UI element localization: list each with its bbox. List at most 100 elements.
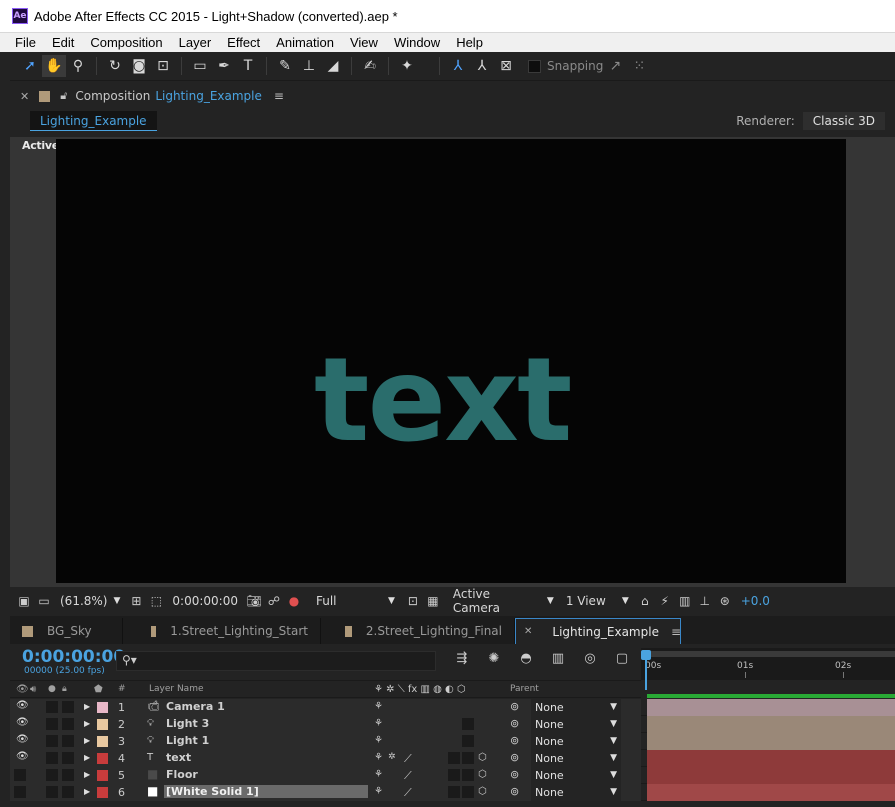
chevron-down-icon[interactable]: ▼ [622,596,629,606]
chevron-down-icon[interactable]: ▼ [610,702,617,712]
roto-brush-icon[interactable]: ✍ [358,55,382,77]
expand-triangle-icon[interactable]: ▶ [84,787,90,796]
world-axis-icon[interactable]: ⅄ [470,55,494,77]
layer-name[interactable]: Light 3 [164,717,211,730]
snapping-checkbox[interactable] [528,59,541,73]
solo-toggle[interactable] [46,701,58,713]
tab-lighting-example[interactable]: ✕ Lighting_Example ≡ [515,618,681,644]
effect-switch[interactable] [448,769,460,781]
chevron-down-icon[interactable]: ▼ [610,736,617,746]
renderer-select[interactable]: Classic 3D [802,112,885,130]
brush-icon[interactable]: ✎ [273,55,297,77]
layer-label-swatch[interactable] [97,719,108,730]
layer-label-swatch[interactable] [97,702,108,713]
layer-duration-bar[interactable] [647,699,895,716]
shy-icon[interactable]: ◓ [514,651,538,666]
shy-switch-icon[interactable]: ⚘ [374,701,383,712]
region-of-interest-icon[interactable]: ⊡ [403,594,423,608]
camera-icon[interactable]: ◙ [127,55,151,77]
motion-blur-switch[interactable] [462,752,474,764]
tab-bg-sky[interactable]: BG_Sky [10,618,123,644]
parent-select[interactable]: None ▼ [531,733,621,750]
comp-flowchart-tab[interactable]: Lighting_Example [30,111,157,131]
layer-row[interactable]: 👁︎ ▶ 3 💡︎ Light 1 ⚘ ⊚ None ▼ [10,733,895,750]
parent-select[interactable]: None ▼ [531,767,621,784]
solo-toggle[interactable] [46,786,58,798]
selection-icon[interactable]: ➚ [18,55,42,77]
shy-switch-icon[interactable]: ⚘ [374,718,383,729]
reset-exposure-icon[interactable]: ⊛ [715,594,735,608]
layer-label-swatch[interactable] [97,787,108,798]
3d-layer-icon[interactable]: ⬡ [478,752,487,763]
pick-whip-icon[interactable]: ⊚ [510,700,519,713]
motion-blur-switch[interactable] [462,769,474,781]
frame-blending-icon[interactable]: ▥ [546,651,570,666]
lock-toggle[interactable] [62,786,74,798]
comp-mini-flowchart-icon[interactable]: ⇶ [450,651,474,666]
layer-duration-bar[interactable] [647,716,895,733]
pick-whip-icon[interactable]: ⊚ [510,751,519,764]
camera-view-select[interactable]: Active Camera [453,587,537,615]
layer-row[interactable]: ▶ 6 ■ [White Solid 1] ⚘ ⟋ ⬡ ⊚ None ▼ [10,784,895,801]
time-navigator[interactable] [641,651,895,657]
layer-row[interactable]: 👁︎ ▶ 1 📹︎ Camera 1 ⚘ ⊚ None ▼ [10,699,895,716]
composition-name[interactable]: Lighting_Example [155,89,262,103]
video-toggle[interactable] [14,769,26,781]
puppet-pin-icon[interactable]: ✦ [395,55,419,77]
3d-layer-icon[interactable]: ⬡ [478,769,487,780]
layer-duration-bar[interactable] [647,750,895,767]
type-icon[interactable]: T [236,55,260,77]
layer-name[interactable]: [White Solid 1] [164,785,368,798]
collapse-switch-icon[interactable]: ✲ [388,752,396,762]
snap-grid-icon[interactable]: ⁙ [627,55,651,77]
eye-icon[interactable]: 👁︎ [16,751,29,762]
layer-name[interactable]: Camera 1 [164,700,227,713]
effect-switch[interactable] [448,786,460,798]
rectangle-icon[interactable]: ▭ [188,55,212,77]
transparency-grid-icon[interactable]: ▦ [423,594,443,608]
eraser-icon[interactable]: ◢ [321,55,345,77]
resolution[interactable]: Full [316,594,376,608]
shy-switch-icon[interactable]: ⚘ [374,735,383,746]
lock-toggle[interactable] [62,718,74,730]
quality-switch-icon[interactable]: ⟋ [404,752,412,766]
video-toggle[interactable] [14,786,26,798]
parent-select[interactable]: None ▼ [531,716,621,733]
menu-effect[interactable]: Effect [219,35,268,50]
layer-duration-bar[interactable] [647,733,895,750]
motion-blur-switch[interactable] [462,735,474,747]
work-area-bar[interactable] [647,694,895,698]
solo-toggle[interactable] [46,735,58,747]
expand-triangle-icon[interactable]: ▶ [84,753,90,762]
graph-editor-icon[interactable]: ▢ [610,651,634,666]
motion-blur-icon[interactable]: ◎ [578,651,602,666]
quality-switch-icon[interactable]: ⟋ [404,786,412,800]
chevron-down-icon[interactable]: ▼ [610,787,617,797]
viewer-text-layer[interactable]: text [314,343,572,459]
layer-label-swatch[interactable] [97,770,108,781]
clone-stamp-icon[interactable]: ⊥ [297,55,321,77]
pen-icon[interactable]: ✒ [212,55,236,77]
channel-icon[interactable]: ● [284,594,304,608]
snap-edges-icon[interactable]: ↗ [603,55,627,77]
pan-behind-icon[interactable]: ⊡ [151,55,175,77]
menu-window[interactable]: Window [386,35,448,50]
layer-name[interactable]: Light 1 [164,734,211,747]
lock-toggle[interactable] [62,752,74,764]
timeline-current-time[interactable]: 0:00:00:00 [22,647,125,667]
pixel-aspect-icon[interactable]: ⌂ [635,594,655,608]
monitor-icon[interactable]: ▭ [34,594,54,608]
eye-icon[interactable]: 👁︎ [16,734,29,745]
3d-layer-icon[interactable]: ⬡ [478,786,487,797]
expand-triangle-icon[interactable]: ▶ [84,770,90,779]
col-layer-name[interactable]: Layer Name [149,684,204,694]
chevron-down-icon[interactable]: ▼ [547,596,554,606]
layer-row[interactable]: ▶ 5 ■ Floor ⚘ ⟋ ⬡ ⊚ None ▼ [10,767,895,784]
menu-view[interactable]: View [342,35,386,50]
layer-name[interactable]: Floor [164,768,200,781]
expand-triangle-icon[interactable]: ▶ [84,719,90,728]
solo-toggle[interactable] [46,718,58,730]
layer-row[interactable]: 👁︎ ▶ 2 💡︎ Light 3 ⚘ ⊚ None ▼ [10,716,895,733]
lock-toggle[interactable] [62,701,74,713]
lock-icon[interactable]: 🔓︎ [60,89,67,103]
